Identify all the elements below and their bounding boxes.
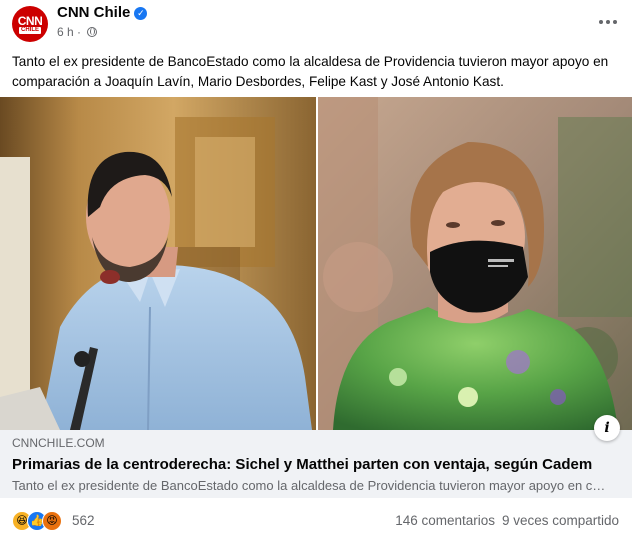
verified-badge-icon: ✓ [134, 7, 148, 20]
more-options-button[interactable] [596, 10, 620, 34]
page-avatar[interactable]: CNN CHILE [12, 6, 48, 42]
shares-count[interactable]: 9 veces compartido [502, 513, 619, 528]
link-domain: CNNCHILE.COM [12, 436, 105, 450]
photo-woman-mask-illustration [318, 97, 632, 430]
post-header: CNN CHILE CNN Chile ✓ 6 h · [0, 0, 632, 44]
post-time[interactable]: 6 h [57, 25, 74, 39]
angry-icon: 😡 [42, 511, 62, 531]
page-name[interactable]: CNN Chile [57, 4, 130, 21]
more-options-icon [599, 20, 603, 24]
link-preview[interactable]: CNNCHILE.COM Primarias de la centroderec… [0, 430, 632, 498]
avatar-logo-subtext: CHILE [19, 26, 41, 34]
info-icon[interactable]: i [594, 415, 620, 441]
more-options-icon-dot [606, 20, 610, 24]
link-preview-image[interactable] [0, 97, 632, 430]
reaction-count[interactable]: 562 [72, 513, 95, 528]
photo-woman-mask [318, 97, 632, 430]
meta-separator: · [77, 25, 82, 39]
photo-man-speaking-illustration [0, 97, 316, 430]
comments-count[interactable]: 146 comentarios [395, 513, 495, 528]
post-text: Tanto el ex presidente de BancoEstado co… [12, 54, 609, 89]
link-description: Tanto el ex presidente de BancoEstado co… [12, 478, 612, 493]
engagement-bar: 😆 👍 😡 562 146 comentarios 9 veces compar… [0, 505, 632, 535]
link-title[interactable]: Primarias de la centroderecha: Sichel y … [12, 456, 592, 473]
post-meta: 6 h · [57, 25, 98, 39]
more-options-icon-dot [613, 20, 617, 24]
avatar-logo-text: CNN [17, 13, 43, 28]
photo-man-speaking [0, 97, 316, 430]
globe-icon[interactable] [87, 27, 98, 37]
page-name-link[interactable]: CNN Chile ✓ [57, 4, 148, 21]
